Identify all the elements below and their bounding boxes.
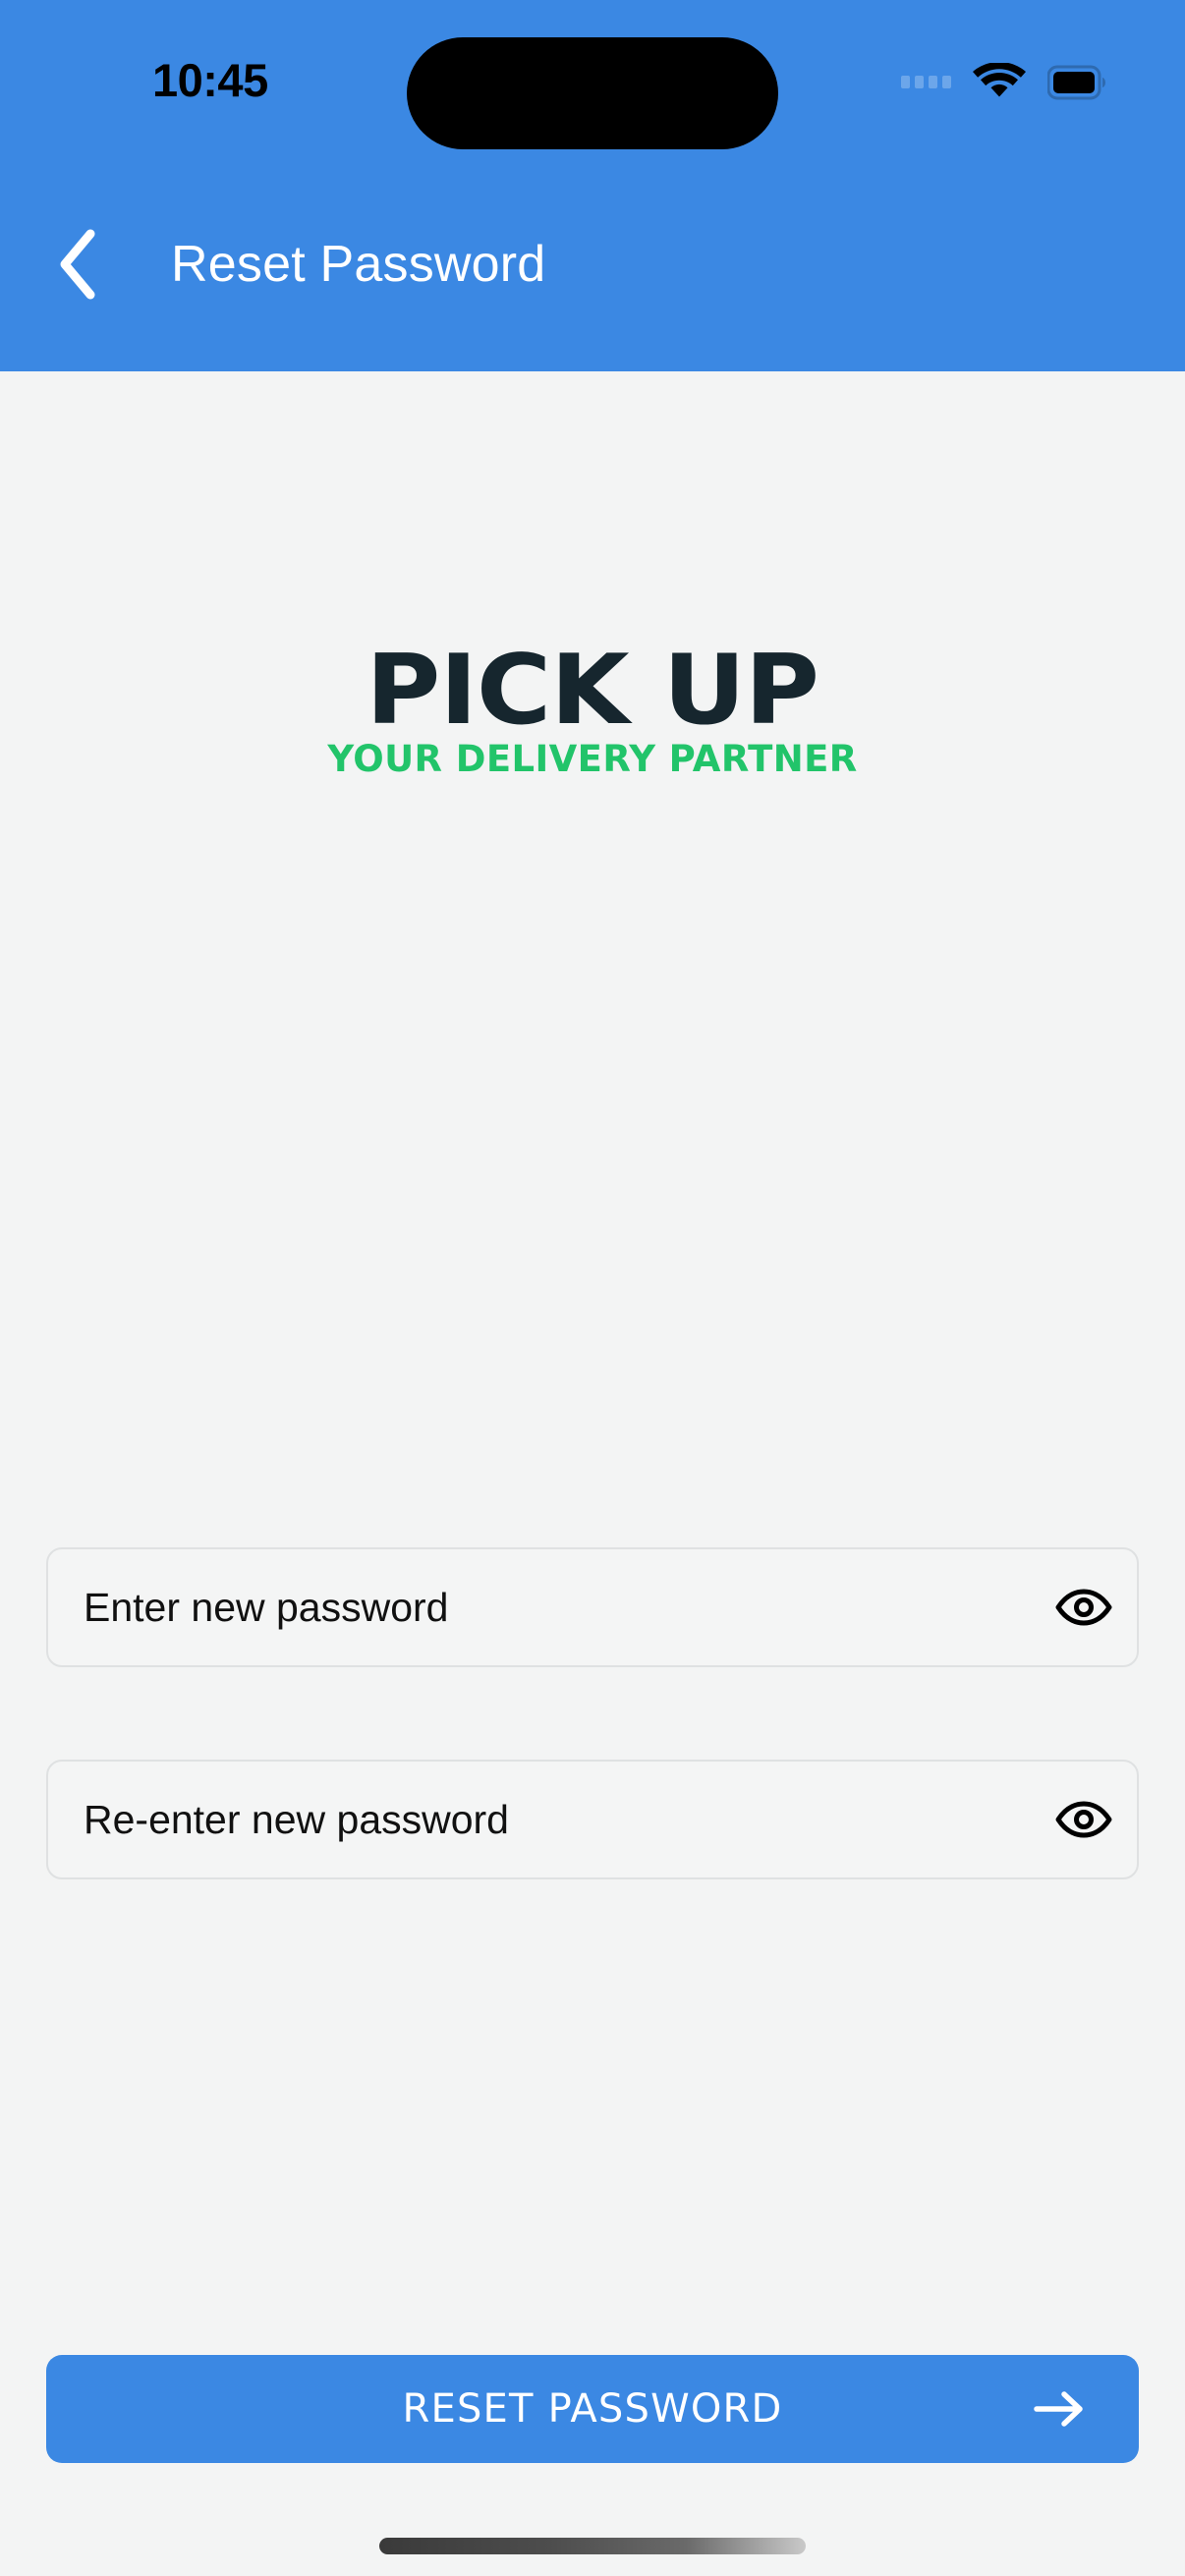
page-title: Reset Password [171,236,546,293]
eye-icon [1054,1588,1113,1627]
logo-tagline: YOUR DELIVERY PARTNER [327,738,858,781]
signal-dots-icon [901,75,951,88]
arrow-right-icon [1033,2386,1088,2432]
status-bar: 10:45 [0,0,1185,157]
dynamic-island [407,37,778,149]
reset-password-form [0,1547,1185,1879]
wifi-icon [973,63,1026,102]
home-indicator [379,2538,806,2554]
brand-logo: PICK UP YOUR DELIVERY PARTNER [327,643,858,781]
back-button[interactable] [55,228,124,301]
status-bar-time: 10:45 [152,54,268,106]
navigation-bar: Reset Password [0,157,1185,371]
chevron-left-icon [55,228,98,301]
logo-title: PICK UP [366,635,820,747]
reset-password-button-label: RESET PASSWORD [402,2386,783,2432]
battery-full-icon [1047,63,1108,102]
new-password-field-row[interactable] [46,1547,1139,1667]
confirm-password-field-row[interactable] [46,1760,1139,1879]
toggle-new-password-visibility-button[interactable] [1031,1549,1137,1665]
reset-password-button[interactable]: RESET PASSWORD [46,2355,1139,2463]
main-content: PICK UP YOUR DELIVERY PARTNER [0,371,1185,2576]
confirm-password-input[interactable] [48,1762,1031,1877]
phone-screen: 10:45 Reset Password PICK UP YOUR DELIVE… [0,0,1185,2576]
new-password-input[interactable] [48,1549,1031,1665]
eye-icon [1054,1800,1113,1839]
status-bar-indicators [901,59,1108,106]
app-header: 10:45 Reset Password [0,0,1185,371]
toggle-confirm-password-visibility-button[interactable] [1031,1762,1137,1877]
